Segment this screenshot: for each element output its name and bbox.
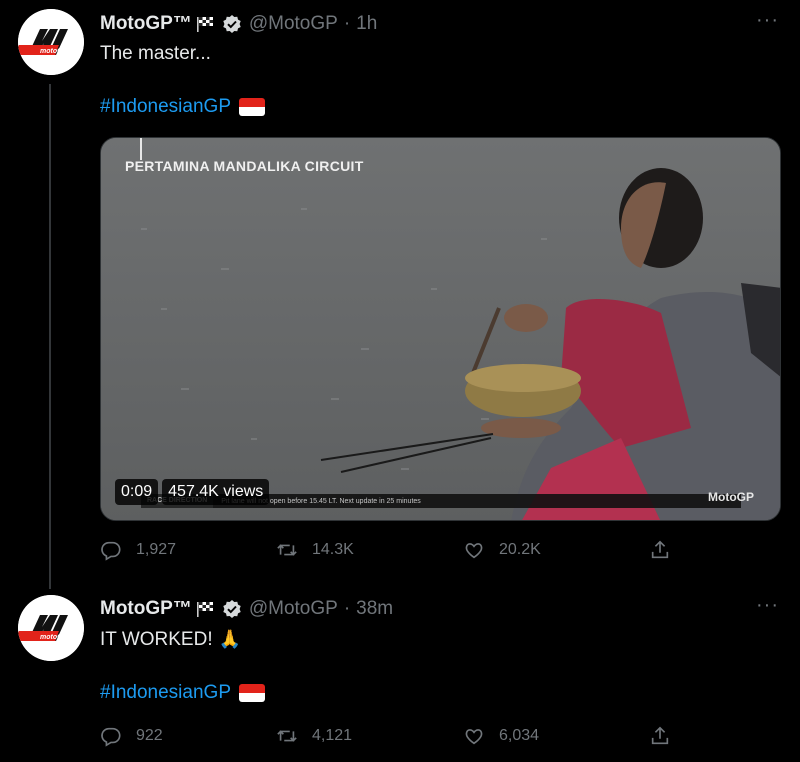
retweet-count: 14.3K <box>312 541 354 558</box>
share-button[interactable] <box>649 539 685 561</box>
caption-marker <box>140 138 142 160</box>
indonesia-flag-icon <box>239 98 265 116</box>
more-icon[interactable]: ··· <box>756 595 778 620</box>
motogp-logo-icon: motoGP <box>18 9 84 75</box>
verified-icon <box>223 600 241 618</box>
svg-text:motoGP: motoGP <box>40 48 68 55</box>
tweet-actions: 922 4,121 6,034 <box>100 725 680 751</box>
retweet-button[interactable]: 4,121 <box>276 725 352 747</box>
hashtag-line: #IndonesianGP <box>100 682 265 704</box>
handle[interactable]: @MotoGP <box>249 13 338 35</box>
display-name[interactable]: MotoGP™ <box>100 598 192 620</box>
svg-text:motoGP: motoGP <box>40 634 68 641</box>
like-count: 6,034 <box>499 727 540 744</box>
separator-dot: · <box>343 13 351 34</box>
reply-button[interactable]: 922 <box>100 725 163 747</box>
timestamp[interactable]: 1h <box>356 13 377 35</box>
timestamp[interactable]: 38m <box>356 598 393 620</box>
reply-count: 1,927 <box>136 541 177 558</box>
motogp-logo-icon: motoGP <box>18 595 84 661</box>
reply-button[interactable]: 1,927 <box>100 539 176 561</box>
hashtag-link[interactable]: #IndonesianGP <box>100 96 231 118</box>
hashtag-line: #IndonesianGP <box>100 96 265 118</box>
like-button[interactable]: 6,034 <box>463 725 539 747</box>
heart-icon <box>465 543 483 559</box>
share-icon <box>651 540 669 559</box>
hashtag-link[interactable]: #IndonesianGP <box>100 682 231 704</box>
tweet-actions: 1,927 14.3K 20.2K <box>100 539 680 565</box>
verified-icon <box>223 15 241 33</box>
share-icon <box>651 726 669 745</box>
display-name[interactable]: MotoGP™ <box>100 13 192 35</box>
video-caption: PERTAMINA MANDALIKA CIRCUIT <box>125 158 364 174</box>
heart-icon <box>465 729 483 745</box>
separator-dot: · <box>343 598 351 619</box>
video-player[interactable]: PERTAMINA MANDALIKA CIRCUIT RACE DIRECTI… <box>100 137 781 521</box>
tweet[interactable]: motoGP MotoGP™ @MotoGP · 1h ··· The mast… <box>0 0 800 585</box>
tweet[interactable]: motoGP MotoGP™ @MotoGP · 38m ··· IT WORK… <box>0 585 800 762</box>
tweet-text-content: IT WORKED! <box>100 629 213 650</box>
retweet-icon <box>277 730 297 742</box>
tweet-header: MotoGP™ @MotoGP · 1h <box>100 10 377 38</box>
retweet-button[interactable]: 14.3K <box>276 539 354 561</box>
reply-icon <box>101 727 121 747</box>
video-duration: 0:09 <box>115 479 159 505</box>
checkered-flag-icon <box>196 602 213 617</box>
like-button[interactable]: 20.2K <box>463 539 541 561</box>
avatar[interactable]: motoGP <box>18 9 84 75</box>
more-icon[interactable]: ··· <box>756 10 778 35</box>
tweet-header: MotoGP™ @MotoGP · 38m <box>100 595 393 623</box>
handle[interactable]: @MotoGP <box>249 598 338 620</box>
avatar[interactable]: motoGP <box>18 595 84 661</box>
video-frame <box>101 138 780 520</box>
like-count: 20.2K <box>499 541 541 558</box>
video-views: 457.4K views <box>162 479 270 505</box>
reply-count: 922 <box>136 727 163 744</box>
video-stats-badge: 0:09 457.4K views <box>115 478 270 506</box>
indonesia-flag-icon <box>239 684 265 702</box>
checkered-flag-icon <box>196 17 213 32</box>
share-button[interactable] <box>649 725 685 747</box>
motogp-watermark: MotoGP <box>708 490 754 504</box>
tweet-text: IT WORKED! 🙏 <box>100 629 241 651</box>
retweet-icon <box>277 544 297 556</box>
reply-icon <box>101 541 121 561</box>
folded-hands-emoji: 🙏 <box>218 629 242 649</box>
tweet-text: The master... <box>100 43 211 64</box>
retweet-count: 4,121 <box>312 727 353 744</box>
